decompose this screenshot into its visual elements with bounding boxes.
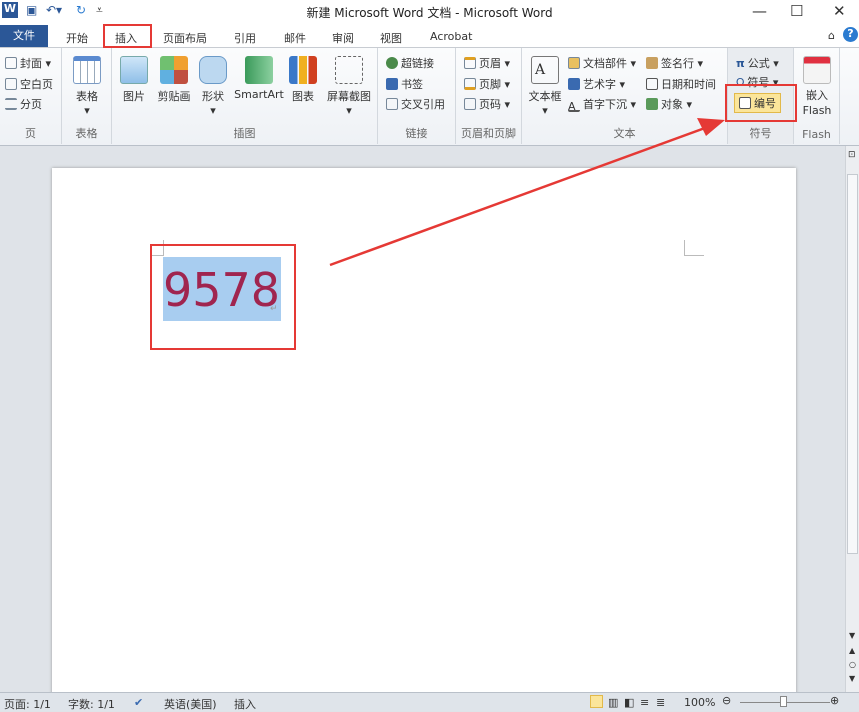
browse-object-icon[interactable]: ○	[849, 660, 856, 669]
zoom-slider-thumb[interactable]	[780, 696, 787, 707]
proofing-icon[interactable]: ✔	[134, 696, 143, 709]
zoom-in-icon[interactable]: ⊕	[830, 694, 839, 707]
zoom-out-icon[interactable]: ⊖	[722, 694, 731, 707]
web-layout-icon[interactable]: ◧	[624, 696, 634, 709]
page-count[interactable]: 页面: 1/1	[4, 696, 51, 712]
full-screen-reading-icon[interactable]: ▥	[608, 696, 618, 709]
previous-page-icon[interactable]: ▲	[849, 646, 855, 655]
next-page-icon[interactable]: ▼	[849, 674, 855, 683]
zoom-level[interactable]: 100%	[684, 696, 715, 709]
print-layout-icon[interactable]	[590, 695, 603, 708]
draft-icon[interactable]: ≣	[656, 696, 665, 709]
scroll-down-icon[interactable]: ▼	[849, 631, 855, 640]
outline-icon[interactable]: ≡	[640, 696, 649, 709]
word-count[interactable]: 字数: 1/1	[68, 696, 115, 712]
ruler-toggle-icon[interactable]: ⊡	[848, 150, 856, 160]
insert-mode[interactable]: 插入	[234, 696, 256, 712]
vertical-scrollbar[interactable]: ⊡ ▼ ▲ ○ ▼	[845, 146, 859, 692]
status-bar: 页面: 1/1 字数: 1/1 ✔ 英语(美国) 插入 ▥ ◧ ≡ ≣ 100%…	[0, 692, 859, 711]
language[interactable]: 英语(美国)	[164, 696, 217, 712]
scroll-thumb[interactable]	[847, 174, 858, 554]
annotation-arrow	[329, 118, 725, 267]
